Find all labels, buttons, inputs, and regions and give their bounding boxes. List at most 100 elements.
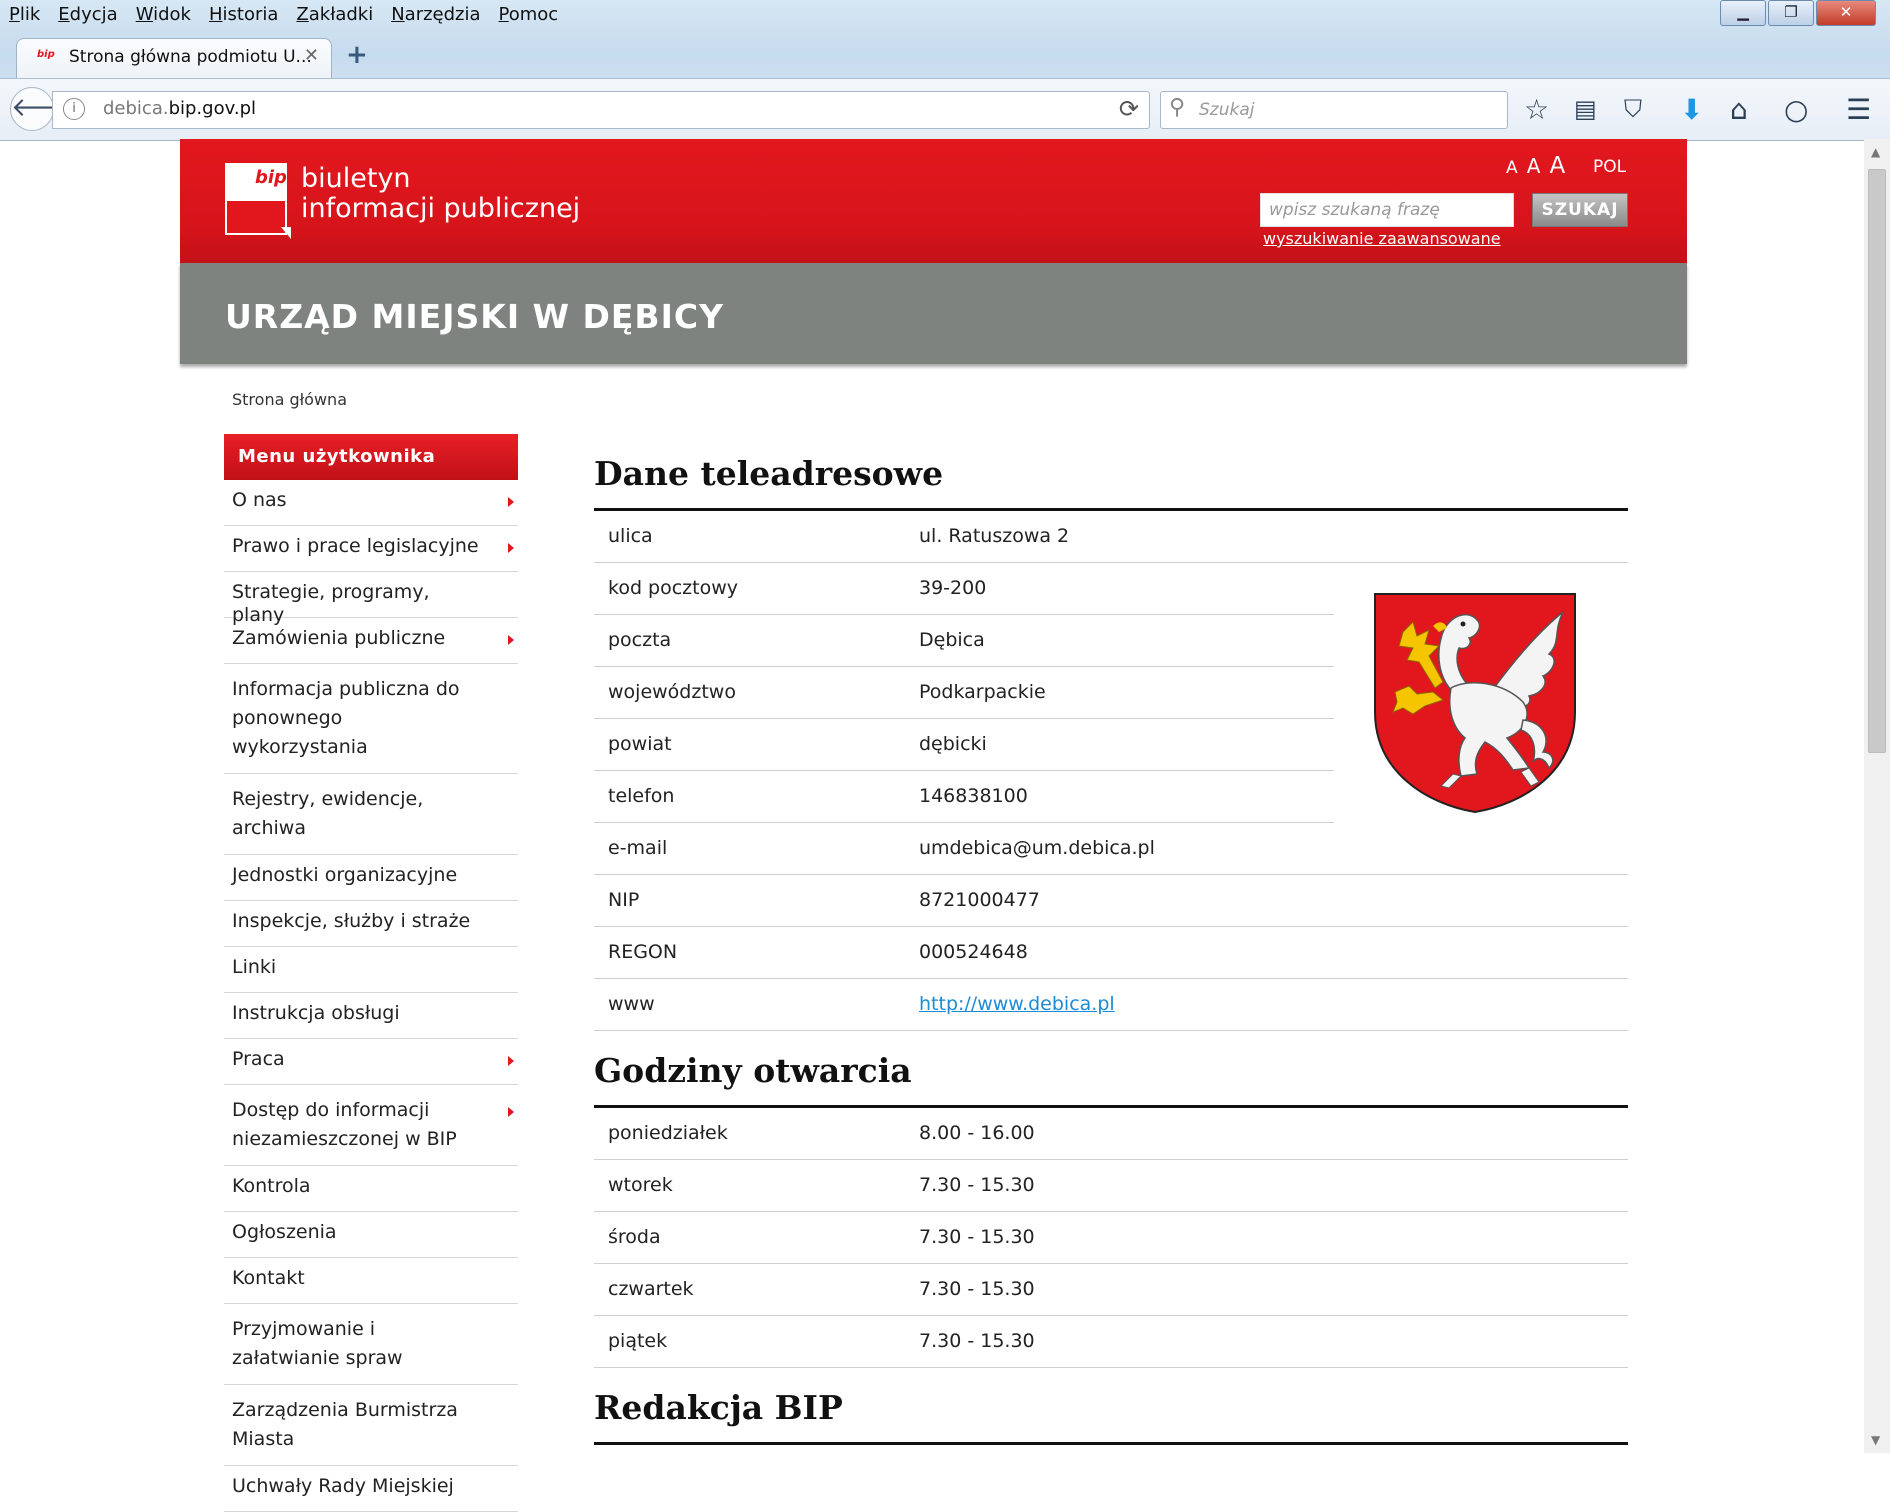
search-button[interactable]: SZUKAJ <box>1532 193 1628 227</box>
menu-item-inspekcje[interactable]: Inspekcje, służby i straże <box>224 901 518 947</box>
logo-text-line1: biuletyn <box>301 163 411 194</box>
browser-chrome: Plik Edycja Widok Historia Zakładki Narz… <box>0 0 1890 141</box>
hours-row: piątek 7.30 - 15.30 <box>594 1316 1628 1368</box>
address-bar[interactable]: i debica.bip.gov.pl ⟳ <box>52 91 1150 129</box>
hours-row: środa 7.30 - 15.30 <box>594 1212 1628 1264</box>
bip-logo-badge: bip <box>255 167 287 188</box>
close-tab-icon[interactable]: ✕ <box>304 45 319 66</box>
menu-item-instrukcja[interactable]: Instrukcja obsługi <box>224 993 518 1039</box>
submenu-arrow-icon <box>508 496 514 507</box>
advanced-search-link[interactable]: wyszukiwanie zaawansowane <box>1263 229 1501 248</box>
back-arrow-icon[interactable]: 🡐 <box>10 87 81 131</box>
menu-item-strategie[interactable]: Strategie, programy, plany <box>224 572 518 626</box>
website-link[interactable]: http://www.debica.pl <box>919 993 1115 1015</box>
contact-section-title: Dane teleadresowe <box>594 448 1628 511</box>
chat-icon[interactable]: ○ <box>1784 93 1808 126</box>
organization-banner: URZĄD MIEJSKI W DĘBICY <box>180 263 1687 364</box>
contact-row: ulica ul. Ratuszowa 2 <box>594 511 1628 563</box>
contact-row: NIP 8721000477 <box>594 875 1628 927</box>
download-icon[interactable]: ⬇ <box>1680 93 1703 126</box>
user-menu-heading: Menu użytkownika <box>224 434 518 480</box>
hours-section-title: Godziny otwarcia <box>594 1045 1628 1108</box>
editorial-section-title: Redakcja BIP <box>594 1382 1628 1445</box>
bip-logo[interactable]: bip <box>225 163 291 239</box>
menu-plik[interactable]: Plik <box>0 0 49 28</box>
breadcrumb[interactable]: Strona główna <box>232 390 347 409</box>
menu-item-prawo[interactable]: Prawo i prace legislacyjne <box>224 526 518 572</box>
menu-item-kontrola[interactable]: Kontrola <box>224 1166 518 1212</box>
pocket-icon[interactable]: ⛉ <box>1624 95 1642 123</box>
logo-text-line2: informacji publicznej <box>301 193 581 224</box>
menu-item-zarzadzenia[interactable]: Zarządzenia Burmistrza Miasta <box>224 1385 518 1466</box>
contact-row: REGON 000524648 <box>594 927 1628 979</box>
menu-historia[interactable]: Historia <box>200 0 287 28</box>
window-controls: ▁ ❐ ✕ <box>1718 0 1876 26</box>
site-search-placeholder: wpisz szukaną frazę <box>1269 200 1440 220</box>
browser-search-input[interactable]: ⚲ Szukaj <box>1160 91 1508 129</box>
menu-item-dostep[interactable]: Dostęp do informacji niezamieszczonej w … <box>224 1085 518 1166</box>
browser-search-placeholder: Szukaj <box>1199 100 1255 120</box>
griffin-coat-of-arms-icon <box>1374 593 1576 814</box>
menu-widok[interactable]: Widok <box>127 0 200 28</box>
hamburger-menu-icon[interactable]: ☰ <box>1846 93 1871 126</box>
menu-zakladki[interactable]: Zakładki <box>287 0 382 28</box>
font-size-switcher: A A A <box>1506 153 1569 179</box>
organization-title: URZĄD MIEJSKI W DĘBICY <box>225 297 724 336</box>
new-tab-icon[interactable]: + <box>346 40 368 70</box>
tab-bar: bip Strona główna podmiotu U... ✕ + <box>0 38 1890 79</box>
reload-icon[interactable]: ⟳ <box>1119 95 1139 123</box>
bip-favicon-icon: bip <box>37 49 55 60</box>
menu-item-praca[interactable]: Praca <box>224 1039 518 1085</box>
font-size-small[interactable]: A <box>1506 158 1518 178</box>
font-size-large[interactable]: A <box>1550 153 1566 179</box>
submenu-arrow-icon <box>508 634 514 645</box>
menu-item-linki[interactable]: Linki <box>224 947 518 993</box>
menu-item-informacja[interactable]: Informacja publiczna do ponownego wykorz… <box>224 664 518 774</box>
menu-item-zamowienia[interactable]: Zamówienia publiczne <box>224 618 518 664</box>
menu-item-uchwaly[interactable]: Uchwały Rady Miejskiej <box>224 1466 518 1512</box>
menu-edycja[interactable]: Edycja <box>49 0 126 28</box>
hours-row: wtorek 7.30 - 15.30 <box>594 1160 1628 1212</box>
scroll-down-icon[interactable]: ▼ <box>1871 1433 1880 1447</box>
menu-item-jednostki[interactable]: Jednostki organizacyjne <box>224 855 518 901</box>
submenu-arrow-icon <box>508 1055 514 1066</box>
contact-row: poczta Dębica <box>594 615 1334 667</box>
contact-row: powiat dębicki <box>594 719 1334 771</box>
menu-bar: Plik Edycja Widok Historia Zakładki Narz… <box>0 0 567 28</box>
font-size-medium[interactable]: A <box>1527 154 1541 178</box>
site-search-input[interactable]: wpisz szukaną frazę <box>1260 193 1514 227</box>
menu-item-ogloszenia[interactable]: Ogłoszenia <box>224 1212 518 1258</box>
navigation-bar: 🡐 i debica.bip.gov.pl ⟳ ⚲ Szukaj ☆ ▤ ⛉ ⬇… <box>0 78 1890 141</box>
hours-row: poniedziałek 8.00 - 16.00 <box>594 1108 1628 1160</box>
contact-row: kod pocztowy 39-200 <box>594 563 1334 615</box>
home-icon[interactable]: ⌂ <box>1730 93 1748 126</box>
scrollbar-thumb[interactable] <box>1868 169 1886 753</box>
menu-item-o-nas[interactable]: O nas <box>224 480 518 526</box>
menu-pomoc[interactable]: Pomoc <box>490 0 568 28</box>
browser-tab[interactable]: bip Strona główna podmiotu U... ✕ <box>16 38 332 79</box>
hours-row: czwartek 7.30 - 15.30 <box>594 1264 1628 1316</box>
reading-list-icon[interactable]: ▤ <box>1574 95 1597 123</box>
restore-icon[interactable]: ❐ <box>1768 0 1814 26</box>
url-text: debica.bip.gov.pl <box>103 98 256 119</box>
search-icon: ⚲ <box>1169 95 1186 120</box>
site-header: bip biuletyn informacji publicznej A A A… <box>180 139 1687 263</box>
menu-item-przyjmowanie[interactable]: Przyjmowanie i załatwianie spraw <box>224 1304 518 1385</box>
contact-row: e-mail umdebica@um.debica.pl <box>594 823 1628 875</box>
contact-row: telefon 146838100 <box>594 771 1334 823</box>
menu-item-rejestry[interactable]: Rejestry, ewidencje, archiwa <box>224 774 518 855</box>
menu-item-kontakt[interactable]: Kontakt <box>224 1258 518 1304</box>
scroll-up-icon[interactable]: ▲ <box>1871 145 1880 159</box>
language-switch[interactable]: POL <box>1593 157 1626 177</box>
info-icon[interactable]: i <box>63 98 85 120</box>
contact-row: województwo Podkarpackie <box>594 667 1334 719</box>
close-window-icon[interactable]: ✕ <box>1816 0 1876 26</box>
tab-title: Strona główna podmiotu U... <box>69 47 312 67</box>
star-icon[interactable]: ☆ <box>1524 93 1549 126</box>
menu-narzedzia[interactable]: Narzędzia <box>382 0 489 28</box>
submenu-arrow-icon <box>508 542 514 553</box>
user-menu: Menu użytkownika O nas Prawo i prace leg… <box>224 434 518 1512</box>
minimize-icon[interactable]: ▁ <box>1720 0 1766 26</box>
submenu-arrow-icon <box>508 1107 514 1117</box>
vertical-scrollbar[interactable]: ▲ ▼ <box>1864 139 1890 1453</box>
